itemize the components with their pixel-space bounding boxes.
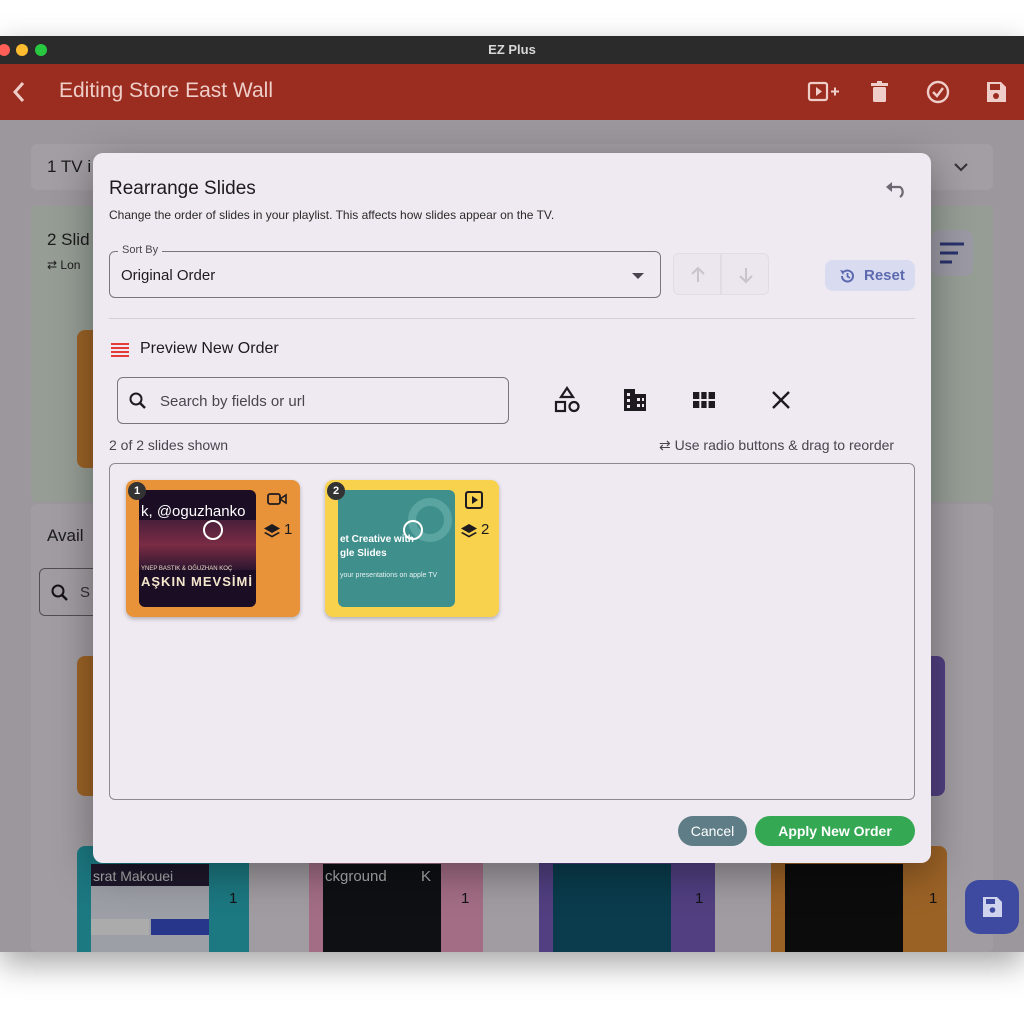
chevron-left-icon <box>12 82 25 102</box>
app-bar: Editing Store East Wall <box>0 64 1024 120</box>
reorder-hint: ⇄ Use radio buttons & drag to reorder <box>659 437 895 453</box>
search-icon <box>129 392 146 409</box>
building-icon <box>624 389 646 411</box>
dialog-divider <box>109 318 915 319</box>
slide-thumbnail: et Creative with gle Slides your present… <box>338 490 455 607</box>
slide-card[interactable]: et Creative with gle Slides your present… <box>325 480 499 617</box>
dialog-subtitle: Change the order of slides in your playl… <box>109 208 555 222</box>
slides-count: 2 of 2 slides shown <box>109 437 229 453</box>
window-titlebar: EZ Plus <box>0 36 1024 64</box>
reorder-radio[interactable] <box>403 520 423 540</box>
minimize-window-button[interactable] <box>16 44 28 56</box>
dropdown-arrow-icon <box>632 273 644 279</box>
close-window-button[interactable] <box>0 44 10 56</box>
slides-preview-area: k, @oguzhanko YNEP BASTIK & OĞUZHAN KOÇ … <box>109 463 915 800</box>
move-up-button[interactable] <box>673 253 721 295</box>
search-placeholder: Search by fields or url <box>160 393 306 410</box>
slide-layer-count: 1 <box>284 521 293 538</box>
slide-card[interactable]: k, @oguzhanko YNEP BASTIK & OĞUZHAN KOÇ … <box>126 480 300 617</box>
layers-icon <box>461 524 477 538</box>
cancel-button[interactable]: Cancel <box>678 816 747 846</box>
video-icon <box>267 493 287 505</box>
add-slideshow-icon <box>807 81 839 102</box>
undo-button[interactable] <box>883 179 909 199</box>
filter-type-button[interactable] <box>552 385 582 415</box>
window-title: EZ Plus <box>488 42 536 57</box>
sort-by-label: Sort By <box>118 244 163 256</box>
slide-thumbnail-line1: et Creative with <box>340 534 414 545</box>
trash-icon <box>871 81 888 102</box>
slide-position-badge: 2 <box>327 482 345 500</box>
dialog-title: Rearrange Slides <box>109 178 256 199</box>
apply-new-order-button[interactable]: Apply New Order <box>755 816 915 846</box>
slide-search-input[interactable]: Search by fields or url <box>117 377 509 424</box>
zoom-window-button[interactable] <box>35 44 47 56</box>
sort-by-value: Original Order <box>121 267 216 284</box>
confirm-button[interactable] <box>924 78 952 106</box>
layers-icon <box>264 524 280 538</box>
back-button[interactable] <box>8 78 30 106</box>
reset-label: Reset <box>864 267 905 284</box>
page-title: Editing Store East Wall <box>59 79 273 102</box>
check-circle-icon <box>926 80 950 104</box>
reorder-radio[interactable] <box>203 520 223 540</box>
arrow-up-icon <box>691 266 705 282</box>
delete-button[interactable] <box>866 78 894 106</box>
preview-title: Preview New Order <box>140 340 279 357</box>
slideshow-icon <box>465 491 483 509</box>
slide-position-badge: 1 <box>128 482 146 500</box>
slide-layer-count: 2 <box>481 521 490 538</box>
save-icon <box>987 82 1006 102</box>
slide-thumbnail: k, @oguzhanko YNEP BASTIK & OĞUZHAN KOÇ … <box>139 490 256 607</box>
add-slide-button[interactable] <box>806 78 839 106</box>
undo-icon <box>886 182 904 198</box>
slide-thumbnail-line2: gle Slides <box>340 548 387 559</box>
history-icon <box>840 269 854 283</box>
move-down-button[interactable] <box>721 253 769 295</box>
category-shapes-icon <box>554 386 580 413</box>
save-button[interactable] <box>982 78 1010 106</box>
slide-thumbnail-credit: YNEP BASTIK & OĞUZHAN KOÇ <box>141 566 233 572</box>
slide-thumbnail-sub: your presentations on apple TV <box>340 572 438 579</box>
arrow-down-icon <box>739 268 753 284</box>
slide-thumbnail-title: AŞKIN MEVSİMİ <box>141 574 253 589</box>
sort-by-select[interactable]: Sort By Original Order <box>109 244 661 298</box>
grid-icon <box>693 392 715 408</box>
save-fab-button[interactable] <box>965 880 1019 934</box>
slide-thumbnail-text: k, @oguzhanko <box>141 503 246 520</box>
rearrange-slides-dialog: Rearrange Slides Change the order of sli… <box>93 153 931 863</box>
grid-view-button[interactable] <box>689 385 719 415</box>
close-icon <box>772 391 790 409</box>
filter-location-button[interactable] <box>620 385 650 415</box>
reorder-list-icon <box>111 343 129 357</box>
clear-filters-button[interactable] <box>766 385 796 415</box>
reset-button[interactable]: Reset <box>825 260 915 291</box>
save-icon <box>983 897 1002 917</box>
